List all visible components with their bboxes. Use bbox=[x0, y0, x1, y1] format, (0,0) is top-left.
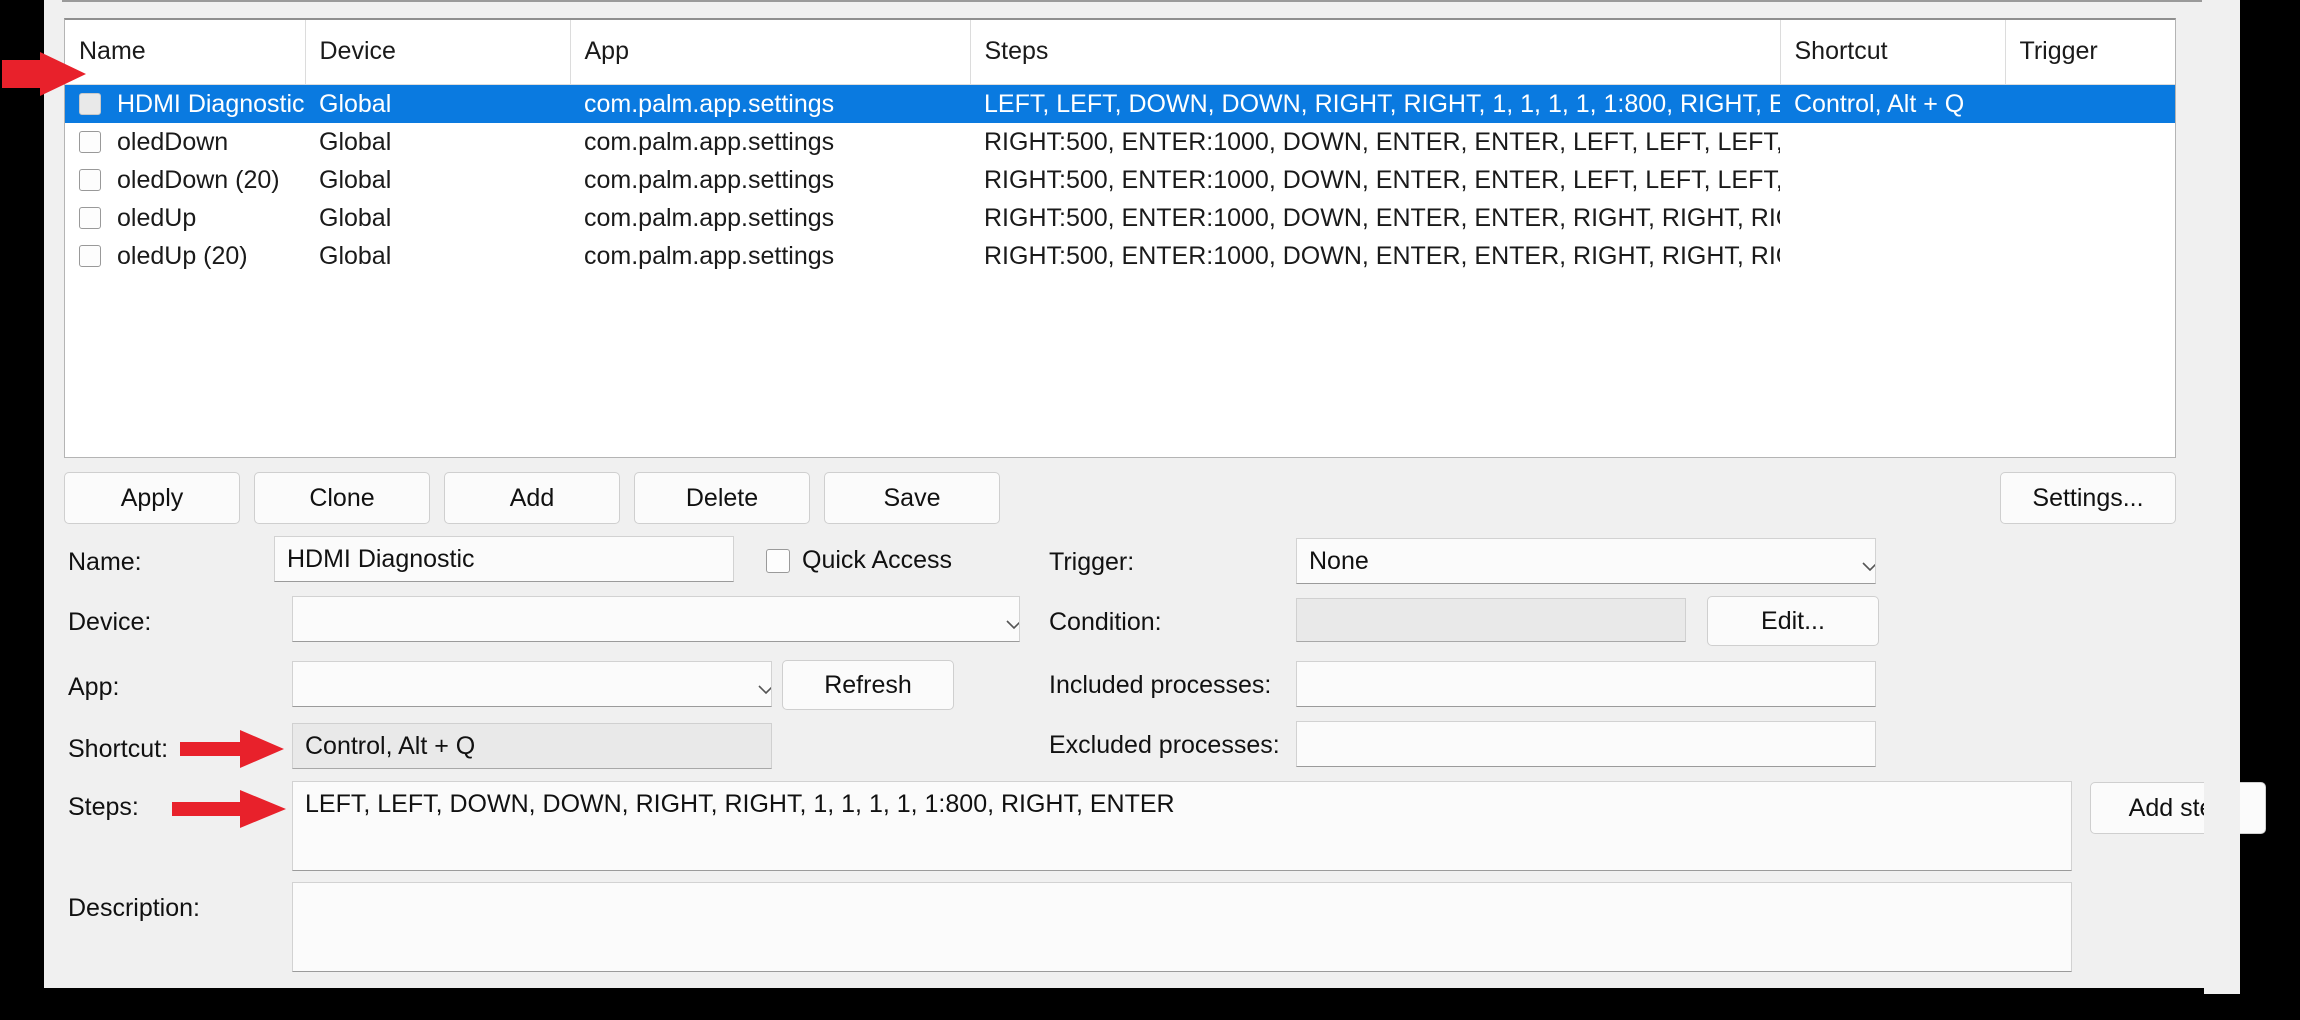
cell-device: Global bbox=[319, 127, 392, 156]
column-header-trigger[interactable]: Trigger bbox=[2005, 20, 2175, 85]
macro-list-table[interactable]: Name Device App Steps Shortcut Trigger H… bbox=[64, 18, 2176, 458]
cell-name: HDMI Diagnostic bbox=[65, 84, 305, 123]
cell-trigger bbox=[2005, 237, 2175, 275]
cell-steps: RIGHT:500, ENTER:1000, DOWN, ENTER, ENTE… bbox=[984, 127, 1780, 156]
cell-trigger bbox=[2005, 199, 2175, 237]
app-select[interactable] bbox=[292, 661, 772, 707]
row-checkbox[interactable] bbox=[79, 207, 101, 229]
table-row[interactable]: oledUp Global com.palm.app.settings RIGH… bbox=[65, 199, 2175, 237]
row-checkbox[interactable] bbox=[79, 245, 101, 267]
cell-app: com.palm.app.settings bbox=[584, 127, 835, 156]
description-label: Description: bbox=[68, 894, 200, 922]
included-processes-label: Included processes: bbox=[1049, 671, 1272, 699]
excluded-processes-label: Excluded processes: bbox=[1049, 731, 1280, 759]
shortcut-label: Shortcut: bbox=[68, 735, 169, 763]
save-button[interactable]: Save bbox=[824, 472, 1000, 524]
detail-form: Name: HDMI Diagnostic Quick Access Devic… bbox=[44, 536, 2266, 986]
row-name-text: oledDown bbox=[117, 127, 229, 156]
cell-name: oledDown bbox=[65, 123, 305, 161]
cell-device: Global bbox=[319, 165, 392, 194]
cell-name: oledUp (20) bbox=[65, 237, 305, 275]
cell-name: oledUp bbox=[65, 199, 305, 237]
apply-button[interactable]: Apply bbox=[64, 472, 240, 524]
app-label: App: bbox=[68, 673, 120, 701]
table-body: HDMI Diagnostic Global com.palm.app.sett… bbox=[65, 84, 2175, 276]
row-checkbox[interactable] bbox=[79, 93, 101, 115]
edit-condition-button[interactable]: Edit... bbox=[1707, 596, 1879, 646]
row-checkbox[interactable] bbox=[79, 131, 101, 153]
steps-textarea[interactable]: LEFT, LEFT, DOWN, DOWN, RIGHT, RIGHT, 1,… bbox=[292, 781, 2072, 871]
cell-device: Global bbox=[319, 203, 392, 232]
excluded-processes-input[interactable] bbox=[1296, 721, 1876, 767]
clone-button[interactable]: Clone bbox=[254, 472, 430, 524]
column-header-shortcut[interactable]: Shortcut bbox=[1780, 20, 2006, 85]
quick-access-label: Quick Access bbox=[802, 546, 953, 574]
quick-access-checkbox-row[interactable]: Quick Access bbox=[766, 546, 952, 575]
row-name-text: oledUp bbox=[117, 203, 197, 232]
app-window: Name Device App Steps Shortcut Trigger H… bbox=[44, 0, 2266, 994]
table-row[interactable]: oledDown Global com.palm.app.settings RI… bbox=[65, 123, 2175, 161]
column-header-name[interactable]: Name bbox=[65, 20, 306, 85]
column-header-device[interactable]: Device bbox=[305, 20, 571, 85]
cell-app: com.palm.app.settings bbox=[584, 241, 835, 270]
window-body: Name Device App Steps Shortcut Trigger H… bbox=[44, 6, 2266, 994]
cell-shortcut bbox=[1780, 161, 2005, 199]
cell-device: Global bbox=[305, 84, 570, 123]
cell-device: Global bbox=[319, 241, 392, 270]
included-processes-input[interactable] bbox=[1296, 661, 1876, 707]
cell-shortcut: Control, Alt + Q bbox=[1780, 84, 2005, 123]
row-name-text: oledDown (20) bbox=[117, 165, 280, 194]
device-select[interactable] bbox=[292, 596, 1020, 642]
settings-button[interactable]: Settings... bbox=[2000, 472, 2176, 524]
cell-shortcut bbox=[1780, 199, 2005, 237]
shortcut-input[interactable]: Control, Alt + Q bbox=[292, 723, 772, 769]
name-input[interactable]: HDMI Diagnostic bbox=[274, 536, 734, 582]
cell-app: com.palm.app.settings bbox=[584, 203, 835, 232]
cell-app: com.palm.app.settings bbox=[584, 165, 835, 194]
table-row[interactable]: HDMI Diagnostic Global com.palm.app.sett… bbox=[65, 84, 2175, 123]
condition-label: Condition: bbox=[1049, 608, 1162, 636]
table-row[interactable]: oledUp (20) Global com.palm.app.settings… bbox=[65, 237, 2175, 275]
cell-name: oledDown (20) bbox=[65, 161, 305, 199]
cell-steps: RIGHT:500, ENTER:1000, DOWN, ENTER, ENTE… bbox=[984, 203, 1780, 232]
table-header-row: Name Device App Steps Shortcut Trigger bbox=[65, 20, 2175, 85]
column-header-steps[interactable]: Steps bbox=[970, 20, 1781, 85]
condition-input[interactable] bbox=[1296, 598, 1686, 642]
trigger-select-value: None bbox=[1309, 546, 1369, 575]
description-textarea[interactable] bbox=[292, 882, 2072, 972]
window-right-gutter bbox=[2204, 6, 2240, 994]
cell-shortcut bbox=[1780, 237, 2005, 275]
steps-label: Steps: bbox=[68, 793, 139, 821]
screen: Name Device App Steps Shortcut Trigger H… bbox=[0, 0, 2300, 1020]
name-label: Name: bbox=[68, 548, 142, 576]
cell-steps: RIGHT:500, ENTER:1000, DOWN, ENTER, ENTE… bbox=[984, 241, 1780, 270]
action-button-bar: Apply Clone Add Delete Save Settings... bbox=[64, 472, 2176, 524]
cell-app: com.palm.app.settings bbox=[570, 84, 970, 123]
row-name-text: HDMI Diagnostic bbox=[117, 89, 305, 118]
column-header-app[interactable]: App bbox=[570, 20, 971, 85]
row-checkbox[interactable] bbox=[79, 169, 101, 191]
refresh-button[interactable]: Refresh bbox=[782, 660, 954, 710]
row-name-text: oledUp (20) bbox=[117, 241, 248, 270]
cell-steps: RIGHT:500, ENTER:1000, DOWN, ENTER, ENTE… bbox=[984, 165, 1780, 194]
trigger-select[interactable]: None bbox=[1296, 538, 1876, 584]
cell-trigger bbox=[2005, 161, 2175, 199]
quick-access-checkbox[interactable] bbox=[766, 548, 790, 573]
cell-trigger bbox=[2005, 84, 2175, 123]
delete-button[interactable]: Delete bbox=[634, 472, 810, 524]
trigger-label: Trigger: bbox=[1049, 548, 1135, 576]
device-label: Device: bbox=[68, 608, 152, 636]
cell-shortcut bbox=[1780, 123, 2005, 161]
add-button[interactable]: Add bbox=[444, 472, 620, 524]
cell-trigger bbox=[2005, 123, 2175, 161]
cell-steps: LEFT, LEFT, DOWN, DOWN, RIGHT, RIGHT, 1,… bbox=[970, 84, 1780, 123]
table-row[interactable]: oledDown (20) Global com.palm.app.settin… bbox=[65, 161, 2175, 199]
